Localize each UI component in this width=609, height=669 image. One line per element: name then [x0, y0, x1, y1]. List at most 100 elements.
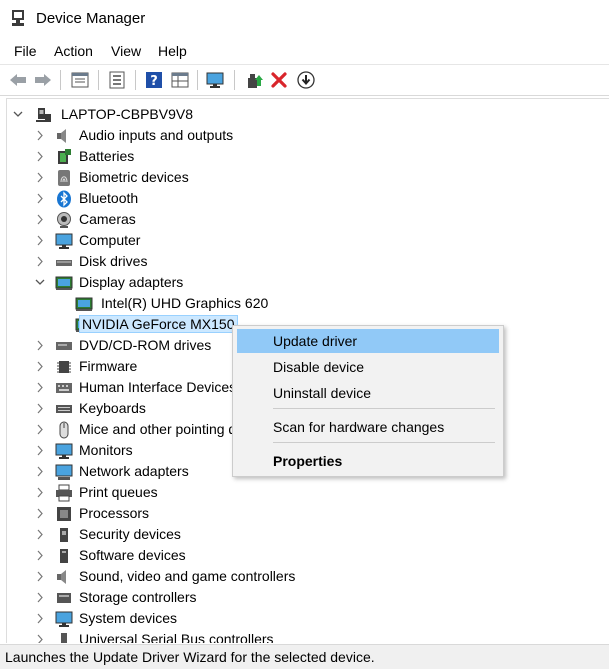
- tree-item-software[interactable]: Software devices: [35, 545, 335, 566]
- security-icon: [60, 528, 68, 542]
- chevron-right-icon[interactable]: [35, 398, 45, 419]
- tree-item-label: DVD/CD-ROM drives: [79, 337, 212, 353]
- mouse-icon: [59, 421, 69, 439]
- chevron-right-icon[interactable]: [35, 377, 45, 398]
- chevron-right-icon[interactable]: [35, 482, 45, 503]
- tree-item-storage[interactable]: Storage controllers: [35, 587, 335, 608]
- toolbar-separator: [98, 70, 99, 90]
- context-uninstall-device[interactable]: Uninstall device: [237, 381, 499, 405]
- chip-icon: [57, 361, 71, 373]
- grid-icon[interactable]: [170, 70, 190, 90]
- forward-icon[interactable]: [33, 70, 53, 90]
- back-icon[interactable]: [8, 70, 28, 90]
- context-menu: Update driver Disable device Uninstall d…: [232, 325, 504, 477]
- chevron-right-icon[interactable]: [35, 125, 45, 146]
- status-bar: Launches the Update Driver Wizard for th…: [0, 644, 609, 669]
- monitor-icon: [55, 443, 73, 459]
- tree-item-usb[interactable]: Universal Serial Bus controllers: [35, 629, 335, 643]
- tree-item-bluetooth[interactable]: Bluetooth: [35, 188, 335, 209]
- speaker-icon: [57, 129, 66, 143]
- chevron-right-icon[interactable]: [35, 356, 45, 377]
- properties-icon[interactable]: [70, 70, 90, 90]
- tree-item-label: Firmware: [79, 358, 138, 374]
- window-title: Device Manager: [36, 10, 146, 27]
- chevron-right-icon[interactable]: [35, 524, 45, 545]
- tree-root[interactable]: LAPTOP-CBPBV9V8: [13, 104, 313, 125]
- toolbar-separator: [60, 70, 61, 90]
- context-disable-device[interactable]: Disable device: [237, 355, 499, 379]
- chevron-right-icon[interactable]: [35, 566, 45, 587]
- svg-text:?: ?: [150, 74, 158, 89]
- network-icon: [55, 464, 73, 480]
- tree-item-label: Audio inputs and outputs: [79, 127, 234, 143]
- tree-item-label: Processors: [79, 505, 150, 521]
- bluetooth-icon: [57, 190, 71, 208]
- storage-icon: [57, 593, 71, 603]
- update-driver-icon[interactable]: [244, 70, 264, 90]
- help-icon[interactable]: ?: [144, 70, 164, 90]
- context-scan-hardware[interactable]: Scan for hardware changes: [237, 415, 499, 439]
- tree-item-label: Sound, video and game controllers: [79, 568, 296, 584]
- tree-item-biometric[interactable]: Biometric devices: [35, 167, 335, 188]
- hid-icon: [56, 383, 72, 393]
- tree-item-intel-graphics[interactable]: Intel(R) UHD Graphics 620: [57, 293, 357, 314]
- tree-item-label: System devices: [79, 610, 178, 626]
- tree-item-security[interactable]: Security devices: [35, 524, 335, 545]
- tree-item-label: Intel(R) UHD Graphics 620: [101, 295, 269, 311]
- chevron-right-icon[interactable]: [35, 188, 45, 209]
- context-update-driver[interactable]: Update driver: [237, 329, 499, 353]
- chevron-right-icon[interactable]: [35, 146, 45, 167]
- uninstall-icon[interactable]: [269, 70, 289, 90]
- tree-item-label: Batteries: [79, 148, 135, 164]
- toolbar: ?: [0, 64, 609, 96]
- chevron-right-icon[interactable]: [35, 209, 45, 230]
- tree-item-label: Software devices: [79, 547, 186, 563]
- toolbar-separator: [135, 70, 136, 90]
- tree-item-label: Display adapters: [79, 274, 184, 290]
- tree-item-label: Human Interface Devices: [79, 379, 237, 395]
- tree-item-label: Bluetooth: [79, 190, 139, 206]
- chevron-right-icon[interactable]: [35, 440, 45, 461]
- chevron-right-icon[interactable]: [35, 629, 45, 643]
- tree-item-print-queues[interactable]: Print queues: [35, 482, 335, 503]
- menu-help[interactable]: Help: [158, 43, 187, 59]
- context-separator: [273, 442, 495, 443]
- tree-item-sound-video[interactable]: Sound, video and game controllers: [35, 566, 335, 587]
- tree-item-batteries[interactable]: Batteries: [35, 146, 335, 167]
- chevron-right-icon[interactable]: [35, 230, 45, 251]
- tree-item-cameras[interactable]: Cameras: [35, 209, 335, 230]
- tree-item-label: Print queues: [79, 484, 158, 500]
- context-properties[interactable]: Properties: [237, 449, 499, 473]
- chevron-right-icon[interactable]: [35, 335, 45, 356]
- tree-item-label: Biometric devices: [79, 169, 189, 185]
- tree-item-computer[interactable]: Computer: [35, 230, 335, 251]
- download-icon[interactable]: [296, 70, 316, 90]
- computer-icon: [55, 611, 73, 627]
- display-adapter-icon: [75, 297, 93, 311]
- menu-view[interactable]: View: [111, 43, 141, 59]
- chevron-right-icon[interactable]: [35, 251, 45, 272]
- chevron-right-icon[interactable]: [35, 461, 45, 482]
- tree-item-label: Universal Serial Bus controllers: [79, 631, 274, 643]
- chevron-right-icon[interactable]: [35, 545, 45, 566]
- chevron-right-icon[interactable]: [35, 587, 45, 608]
- chevron-right-icon[interactable]: [35, 608, 45, 629]
- software-icon: [60, 549, 68, 563]
- menu-action[interactable]: Action: [54, 43, 93, 59]
- menu-file[interactable]: File: [14, 43, 37, 59]
- tree-item-processors[interactable]: Processors: [35, 503, 335, 524]
- chevron-right-icon[interactable]: [35, 503, 45, 524]
- chevron-down-icon[interactable]: [13, 104, 23, 125]
- tree-item-display-adapters[interactable]: Display adapters: [35, 272, 335, 293]
- title-bar: Device Manager: [0, 0, 609, 38]
- monitor-icon[interactable]: [205, 70, 225, 90]
- dvd-icon: [56, 342, 72, 350]
- tree-item-audio[interactable]: Audio inputs and outputs: [35, 125, 335, 146]
- chevron-down-icon[interactable]: [35, 272, 45, 293]
- tree-item-disk-drives[interactable]: Disk drives: [35, 251, 335, 272]
- chevron-right-icon[interactable]: [35, 167, 45, 188]
- menu-bar: File Action View Help: [0, 38, 609, 64]
- tree-item-system[interactable]: System devices: [35, 608, 335, 629]
- chevron-right-icon[interactable]: [35, 419, 45, 440]
- list-icon[interactable]: [107, 70, 127, 90]
